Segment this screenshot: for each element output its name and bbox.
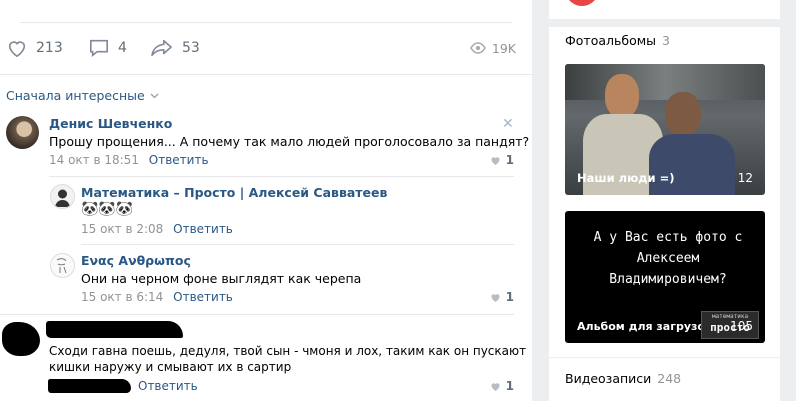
comment-date[interactable]: 14 окт в 18:51: [49, 153, 139, 167]
divider: [0, 74, 532, 75]
close-icon[interactable]: ✕: [502, 116, 514, 132]
reply-link[interactable]: Ответить: [173, 290, 233, 304]
avatar[interactable]: [6, 116, 39, 149]
videos-card: Видеозаписи 248: [549, 358, 780, 401]
heart-icon: [491, 293, 500, 302]
photo-background: [565, 64, 765, 100]
videos-title: Видеозаписи: [565, 371, 652, 386]
comment-text: Они на черном фоне выглядят как черепа: [81, 271, 362, 286]
comment-meta: 14 окт в 18:51 Ответить: [49, 153, 209, 167]
album-caption: Наши люди =): [577, 171, 675, 185]
sidebar: Фотоальбомы 3 Наши люди =) 12 А у Вас ест…: [549, 0, 780, 401]
comment-icon: [90, 39, 108, 57]
photo-person-head: [665, 92, 701, 136]
like-count: 213: [36, 40, 63, 56]
avatar[interactable]: [50, 253, 75, 278]
photo-albums-header[interactable]: Фотоальбомы 3: [565, 33, 670, 48]
divider: [20, 22, 512, 23]
comment-like-count: 1: [505, 153, 514, 167]
comment-author[interactable]: Денис Шевченко: [49, 116, 172, 131]
album-cover-uploads[interactable]: А у Вас есть фото с Алексеем Владимирови…: [565, 211, 765, 343]
eye-icon: [470, 42, 486, 54]
heart-icon: [491, 382, 500, 391]
views-counter: 19K: [470, 34, 516, 62]
videos-count: 248: [657, 371, 682, 386]
comment-button[interactable]: 4: [88, 34, 127, 62]
comment-text: Сходи гавна поешь, дедуля, твой сын - чм…: [49, 344, 527, 358]
comment-meta: 15 окт в 6:14 Ответить: [81, 290, 233, 304]
comment-date[interactable]: 15 окт в 2:08: [81, 222, 163, 236]
album-count: 12: [737, 171, 753, 185]
share-button[interactable]: 53: [150, 34, 200, 62]
sort-dropdown[interactable]: Сначала интересные: [6, 88, 159, 103]
heart-icon: [491, 156, 500, 165]
redacted-author: [46, 321, 183, 338]
red-circle-icon: [565, 0, 599, 6]
album-count: 105: [730, 319, 753, 333]
comment-text: кишки наружу и смывают их в сартир: [49, 360, 292, 374]
sidebar-card-top: [549, 0, 780, 19]
photo-person-head: [605, 74, 639, 118]
share-icon: [151, 39, 172, 57]
avatar[interactable]: [50, 184, 75, 209]
reply-link[interactable]: Ответить: [173, 222, 233, 236]
album-caption: Альбом для загрузок: [577, 320, 713, 333]
comment-count: 4: [118, 40, 127, 56]
comment-like-button[interactable]: 1: [489, 290, 514, 304]
chevron-down-icon: [150, 93, 159, 98]
divider: [81, 244, 514, 245]
album-cover-text: А у Вас есть фото с Алексеем Владимирови…: [593, 230, 743, 287]
heart-icon: [8, 41, 26, 58]
reply-link[interactable]: Ответить: [138, 379, 198, 393]
photo-person-body: [649, 134, 735, 195]
comment-like-button[interactable]: 1: [489, 379, 514, 393]
avatar-drawing: [55, 189, 70, 207]
avatar-drawing: [56, 258, 67, 274]
videos-header[interactable]: Видеозаписи 248: [565, 371, 681, 386]
redacted-avatar: [2, 322, 40, 356]
comment-meta: Ответить: [138, 379, 198, 393]
divider: [0, 314, 514, 315]
comment-meta: 15 окт в 2:08 Ответить: [81, 222, 233, 236]
post-actions: 213 4 53 19K: [6, 34, 516, 62]
comment-like-count: 1: [505, 379, 514, 393]
like-button[interactable]: 213: [6, 34, 63, 62]
comment-text: 🐼🐼🐼: [81, 201, 134, 217]
comment-author[interactable]: Математика – Просто | Алексей Савватеев: [81, 185, 387, 200]
comment-like-count: 1: [505, 290, 514, 304]
share-count: 53: [182, 40, 200, 56]
photo-albums-card: Фотоальбомы 3 Наши люди =) 12 А у Вас ест…: [549, 27, 780, 357]
redacted-date: [48, 379, 131, 393]
photo-albums-title: Фотоальбомы: [565, 33, 657, 48]
views-count: 19K: [491, 40, 516, 56]
album-cover-our-people[interactable]: Наши люди =) 12: [565, 64, 765, 195]
comment-date[interactable]: 15 окт в 6:14: [81, 290, 163, 304]
sort-label: Сначала интересные: [6, 88, 145, 103]
comment-author[interactable]: Ενας Ανθρωπος: [81, 253, 191, 268]
post-card: 213 4 53 19K Сначала интересные Денис Ше…: [0, 0, 532, 401]
reply-link[interactable]: Ответить: [149, 153, 209, 167]
comment-text: Прошу прощения... А почему так мало люде…: [49, 134, 530, 149]
divider: [49, 176, 514, 177]
photo-albums-count: 3: [662, 33, 670, 48]
comment-like-button[interactable]: 1: [489, 153, 514, 167]
